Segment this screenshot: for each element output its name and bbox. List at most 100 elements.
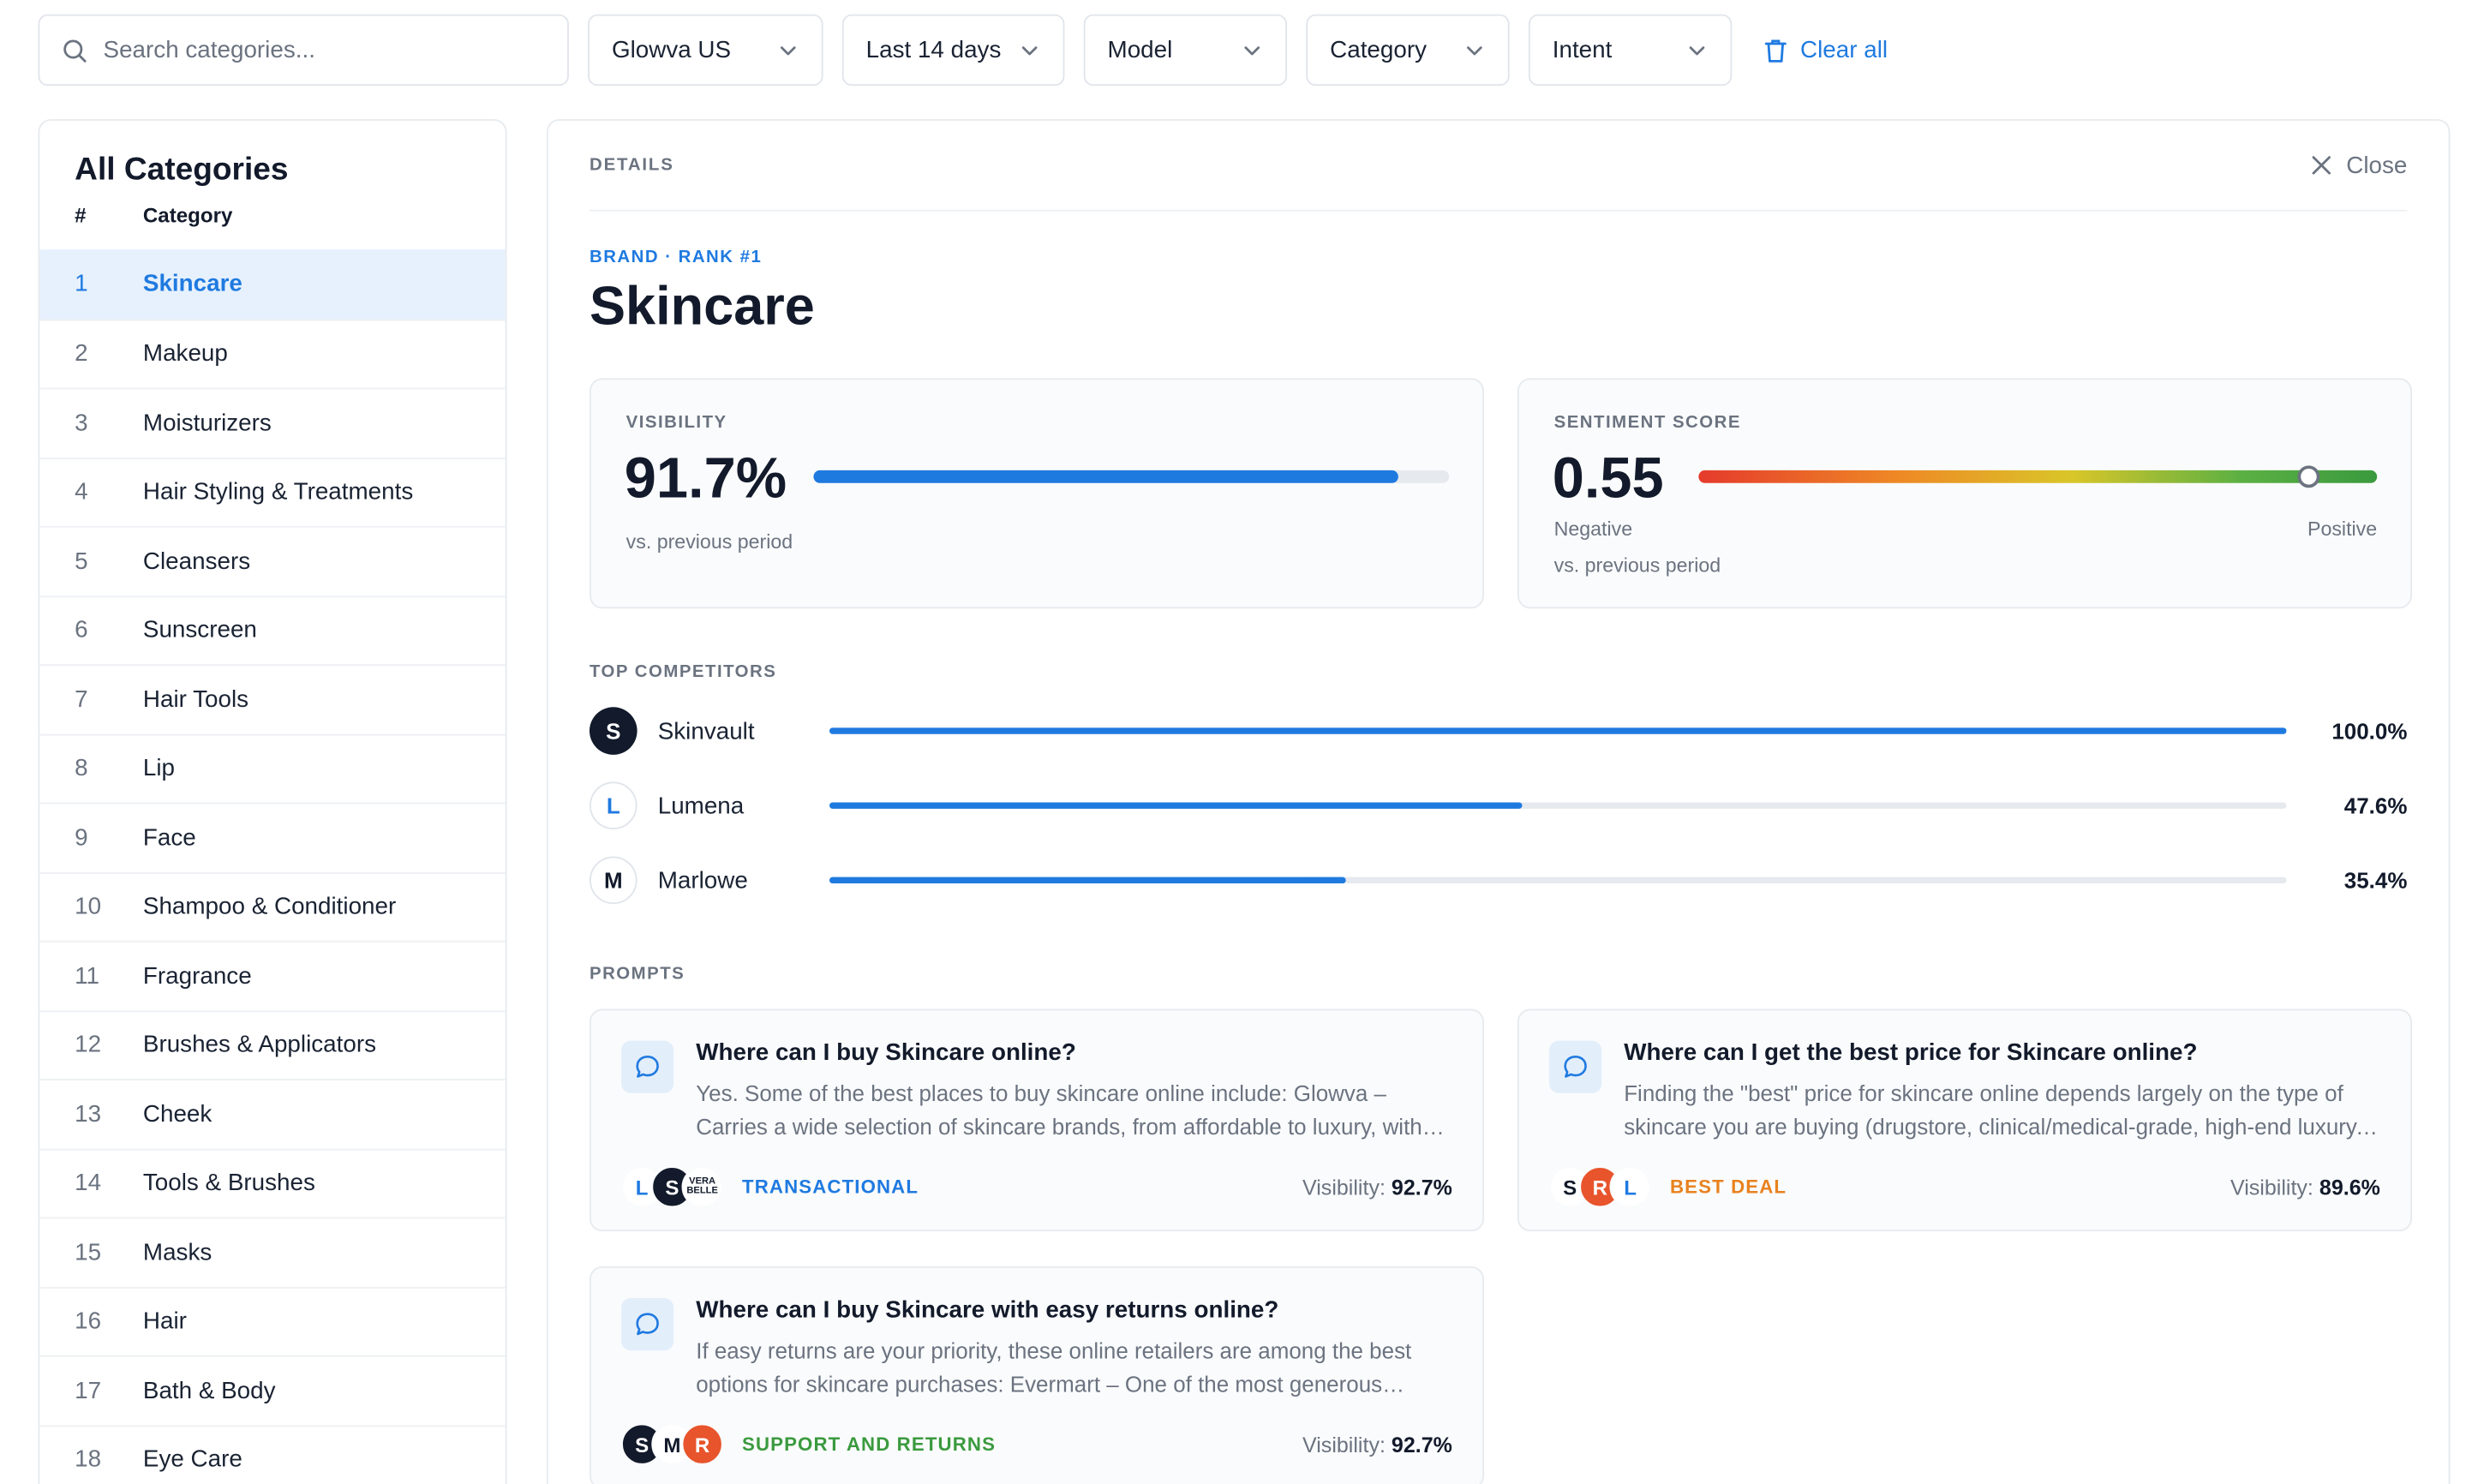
sidebar-item[interactable]: 16 Hair bbox=[39, 1286, 506, 1355]
search-input[interactable] bbox=[103, 36, 517, 64]
sidebar-item[interactable]: 7 Hair Tools bbox=[39, 664, 506, 733]
details-header: DETAILS Close bbox=[589, 121, 2408, 212]
competitor-avatar: L bbox=[589, 781, 637, 829]
sidebar-item[interactable]: 6 Sunscreen bbox=[39, 595, 506, 664]
sidebar-item-number: 4 bbox=[75, 478, 88, 506]
prompt-answer: Yes. Some of the best places to buy skin… bbox=[696, 1080, 1422, 1139]
sidebar-item[interactable]: 17 Bath & Body bbox=[39, 1355, 506, 1425]
intent-badge: SUPPORT AND RETURNS bbox=[742, 1433, 997, 1456]
prompt-footer: S R L BEST DEAL Visibility: 89.6% bbox=[1549, 1166, 2380, 1208]
intent-badge: BEST DEAL bbox=[1669, 1176, 1787, 1199]
sidebar-item-number: 6 bbox=[75, 616, 88, 644]
category-list: 1 Skincare 2 Makeup 3 Moisturizers 4 Hair Styli… bbox=[39, 249, 506, 1484]
sidebar-table-header: # Category bbox=[39, 203, 505, 231]
competitor-bar bbox=[829, 802, 2287, 809]
sidebar-item[interactable]: 1 Skincare bbox=[39, 249, 506, 319]
sidebar-item[interactable]: 13 Cheek bbox=[39, 1079, 506, 1148]
sidebar-item-number: 14 bbox=[75, 1170, 102, 1197]
sidebar-item[interactable]: 3 Moisturizers bbox=[39, 387, 506, 457]
period-dropdown[interactable]: Last 14 days bbox=[841, 14, 1065, 87]
competitor-bar bbox=[829, 727, 2287, 734]
prompt-icon bbox=[621, 1040, 674, 1093]
sidebar-item[interactable]: 5 Cleansers bbox=[39, 525, 506, 595]
intent-dropdown[interactable]: Intent bbox=[1528, 14, 1733, 87]
prompt-card[interactable]: Where can I buy Skincare with easy retur… bbox=[589, 1266, 1485, 1484]
sidebar-item[interactable]: 8 Lip bbox=[39, 733, 506, 803]
prompt-footer: L S VERA BELLE TRANSACTIONAL Visibility: 92.7… bbox=[621, 1166, 1452, 1208]
competitor-row: S Skinvault 100.0% bbox=[589, 707, 2407, 755]
competitor-bar bbox=[829, 877, 2287, 884]
competitor-bar-fill bbox=[829, 727, 2287, 734]
prompt-card[interactable]: Where can I get the best price for Skinc… bbox=[1517, 1008, 2412, 1232]
model-dropdown-label: Model bbox=[1107, 36, 1173, 64]
sidebar-item-label: Hair bbox=[142, 1307, 187, 1336]
sidebar-item[interactable]: 18 Eye Care bbox=[39, 1424, 506, 1484]
categories-sidebar: All Categories # Category 1 Skincare 2 Make… bbox=[38, 119, 507, 1484]
market-dropdown[interactable]: Glowva US bbox=[588, 14, 823, 87]
competitor-name: Marlowe bbox=[657, 866, 748, 895]
clear-all-button[interactable]: Clear all bbox=[1763, 37, 1888, 63]
prompt-visibility-label: Visibility: bbox=[1302, 1175, 1386, 1200]
sidebar-item-label: Cleansers bbox=[142, 548, 251, 575]
sidebar-item[interactable]: 9 Face bbox=[39, 802, 506, 871]
prompt-visibility-value: 89.6% bbox=[2319, 1175, 2380, 1200]
visibility-sub: vs. previous period bbox=[625, 530, 793, 554]
chevron-down-icon bbox=[1021, 45, 1038, 55]
competitor-bar-fill bbox=[829, 877, 1345, 884]
prompts-label: PROMPTS bbox=[589, 964, 685, 984]
chat-bubble-icon bbox=[636, 1056, 659, 1078]
brand-avatar: L bbox=[1609, 1166, 1651, 1208]
sidebar-item-number: 12 bbox=[75, 1031, 102, 1059]
competitor-row: L Lumena 47.6% bbox=[589, 781, 2408, 829]
prompt-visibility-value: 92.7% bbox=[1391, 1432, 1452, 1457]
sidebar-item[interactable]: 15 Masks bbox=[39, 1217, 506, 1286]
period-dropdown-label: Last 14 days bbox=[865, 36, 1002, 64]
category-dropdown[interactable]: Category bbox=[1306, 14, 1510, 87]
trash-icon bbox=[1764, 39, 1787, 62]
sidebar-item[interactable]: 11 Fragrance bbox=[39, 940, 506, 1010]
close-label: Close bbox=[2346, 152, 2408, 179]
model-dropdown[interactable]: Model bbox=[1083, 14, 1288, 87]
sidebar-item-label: Cheek bbox=[142, 1100, 212, 1128]
close-icon bbox=[2311, 156, 2331, 175]
details-panel: DETAILS Close BRAND · RANK #1 Skincare V… bbox=[546, 119, 2451, 1484]
prompt-visibility-label: Visibility: bbox=[2230, 1175, 2313, 1200]
visibility-card: VISIBILITY 91.7% vs. previous period bbox=[589, 378, 1485, 609]
visibility-label: VISIBILITY bbox=[625, 413, 727, 433]
sidebar-item-label: Makeup bbox=[142, 340, 228, 368]
prompt-question: Where can I get the best price for Skinc… bbox=[1624, 1038, 2198, 1067]
sidebar-item-label: Hair Tools bbox=[142, 685, 249, 714]
brand-logo-vera-belle: VERA BELLE bbox=[681, 1166, 723, 1208]
competitor-avatar: S bbox=[589, 707, 637, 755]
brand-avatar-stack: SMR bbox=[621, 1423, 723, 1465]
sidebar-item[interactable]: 14 Tools & Brushes bbox=[39, 1147, 506, 1218]
chevron-down-icon bbox=[1244, 45, 1260, 55]
sentiment-value: 0.55 bbox=[1552, 445, 1664, 511]
sidebar-item-label: Shampoo & Conditioner bbox=[142, 893, 397, 921]
search-icon bbox=[63, 39, 87, 62]
close-button[interactable]: Close bbox=[2311, 152, 2407, 179]
filter-toolbar: Glowva US Last 14 days Model Category In… bbox=[38, 14, 2466, 87]
category-dropdown-label: Category bbox=[1330, 36, 1428, 64]
visibility-value: 91.7% bbox=[624, 445, 787, 511]
sidebar-item-number: 17 bbox=[75, 1377, 102, 1404]
intent-dropdown-label: Intent bbox=[1552, 36, 1613, 64]
sidebar-item[interactable]: 12 Brushes & Applicators bbox=[39, 1009, 506, 1079]
prompt-answer: Finding the "best" price for skincare on… bbox=[1624, 1080, 2362, 1139]
visibility-bar-fill bbox=[813, 470, 1398, 483]
sidebar-item-number: 18 bbox=[75, 1445, 102, 1474]
sidebar-item[interactable]: 10 Shampoo & Conditioner bbox=[39, 871, 506, 941]
sidebar-item-label: Eye Care bbox=[142, 1445, 242, 1474]
search-box[interactable] bbox=[38, 14, 569, 87]
sidebar-item-label: Face bbox=[142, 823, 196, 852]
prompt-visibility: Visibility: 92.7% bbox=[1302, 1433, 1452, 1457]
prompt-card[interactable]: Where can I buy Skincare online? Yes. Som… bbox=[589, 1008, 1485, 1232]
sidebar-item-label: Brushes & Applicators bbox=[142, 1031, 377, 1059]
details-eyebrow: DETAILS bbox=[589, 155, 674, 175]
sentiment-negative-label: Negative bbox=[1553, 518, 1633, 541]
competitor-percent: 47.6% bbox=[2343, 793, 2408, 819]
sidebar-item[interactable]: 2 Makeup bbox=[39, 318, 506, 388]
sidebar-item-number: 5 bbox=[75, 548, 88, 575]
sentiment-sub: vs. previous period bbox=[1553, 554, 1721, 577]
sidebar-item[interactable]: 4 Hair Styling & Treatments bbox=[39, 457, 506, 526]
